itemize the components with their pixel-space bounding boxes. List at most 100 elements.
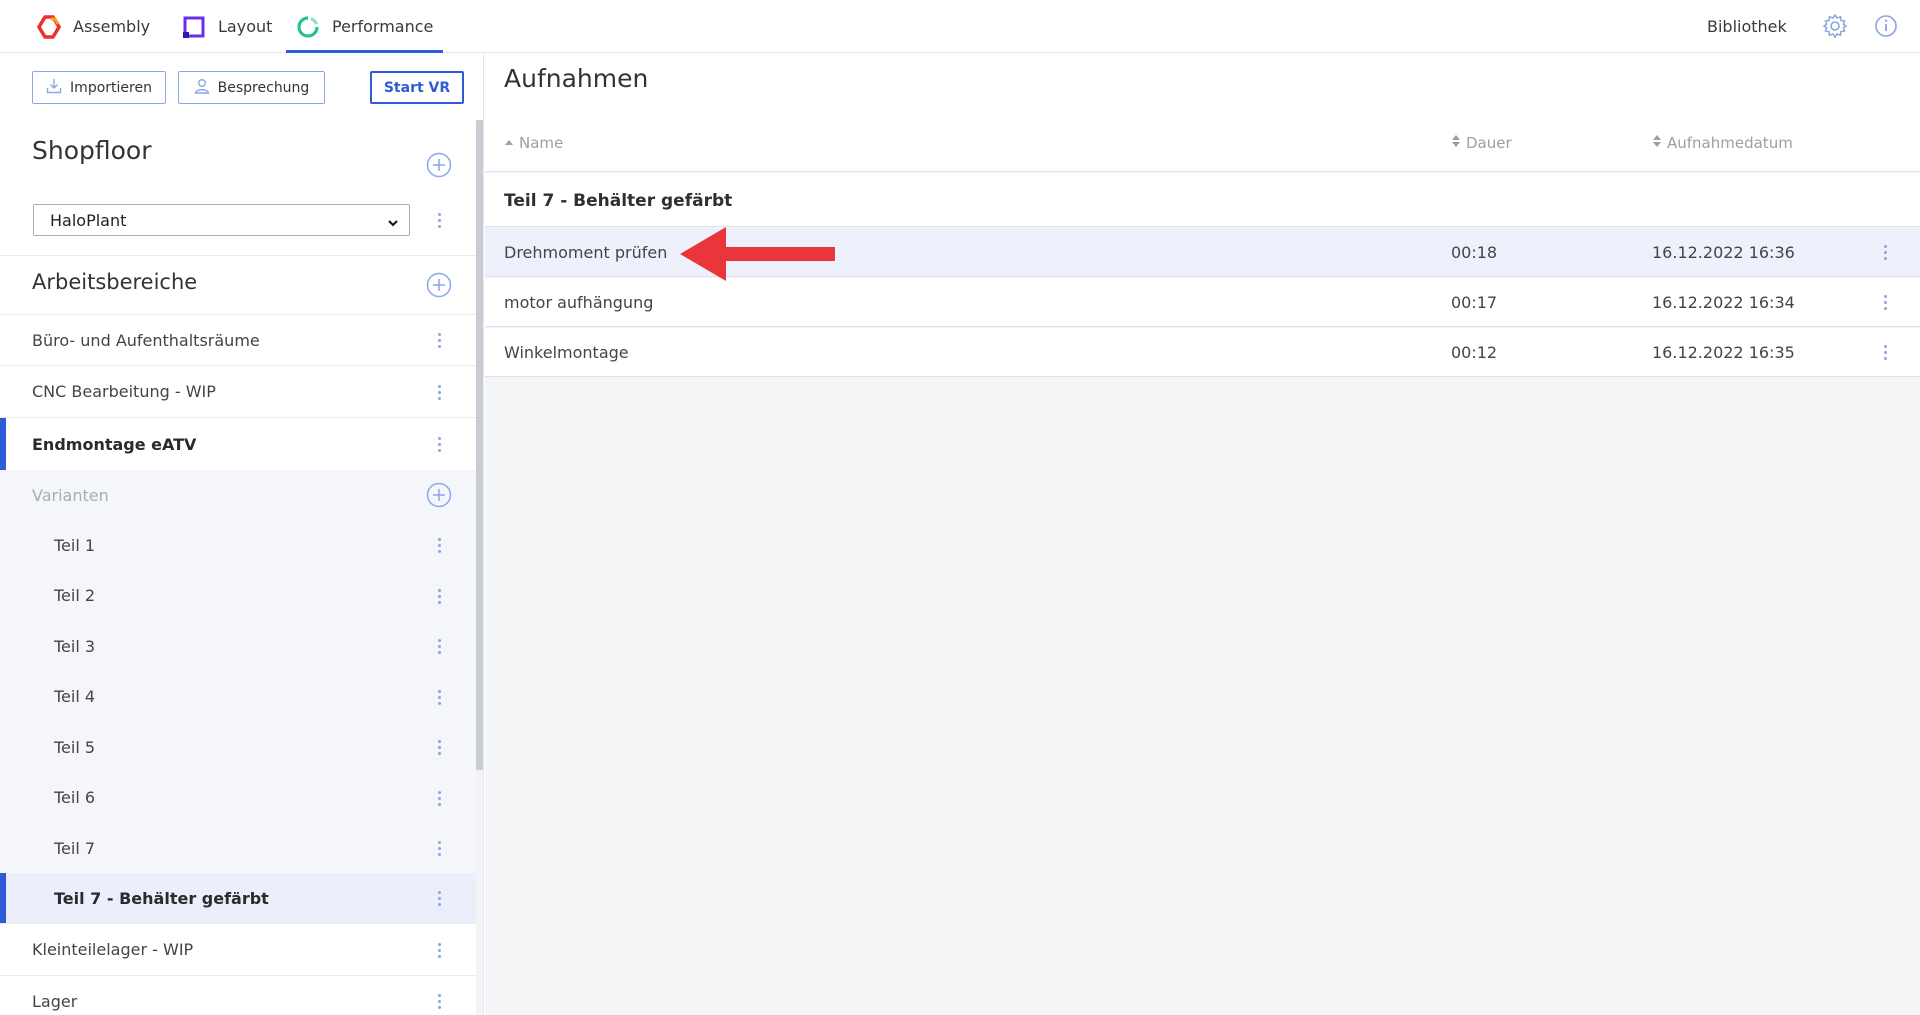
info-icon[interactable]: [1873, 13, 1899, 39]
divider: [0, 255, 476, 256]
active-indicator: [0, 873, 6, 923]
variant-item-active[interactable]: Teil 7 - Behälter gefärbt: [0, 873, 476, 923]
gear-icon[interactable]: [1822, 13, 1848, 39]
tab-assembly[interactable]: Assembly: [36, 0, 151, 53]
recording-group: Teil 7 - Behälter gefärbt: [485, 173, 1920, 227]
recordings-panel: Aufnahmen Name Dauer Aufnahmedatum Teil …: [485, 54, 1920, 1015]
variant-item[interactable]: Teil 7: [0, 823, 476, 873]
library-link[interactable]: Bibliothek: [1707, 0, 1787, 53]
workspace-menu-kebab-icon[interactable]: [429, 989, 449, 1013]
variant-item-label: Teil 3: [54, 636, 96, 656]
sort-icon: [1451, 134, 1461, 152]
recording-date: 16.12.2022 16:35: [1652, 343, 1795, 362]
plant-select-value: HaloPlant: [50, 210, 127, 230]
variant-item[interactable]: Teil 2: [0, 570, 476, 621]
recordings-header: Aufnahmen Name Dauer Aufnahmedatum: [485, 54, 1920, 172]
workspace-item-active[interactable]: Endmontage eATV: [0, 418, 476, 470]
workspace-item-label: Kleinteilelager - WIP: [32, 940, 194, 959]
layout-square-icon: [182, 15, 206, 39]
tab-performance-label: Performance: [332, 17, 434, 36]
column-header-duration[interactable]: Dauer: [1451, 134, 1512, 152]
workspace-item[interactable]: Büro- und Aufenthaltsräume: [0, 315, 476, 365]
performance-circle-icon: [296, 15, 320, 39]
active-indicator: [0, 418, 6, 470]
workspace-item-label: Endmontage eATV: [32, 434, 197, 454]
plant-select[interactable]: HaloPlant: [33, 204, 410, 236]
row-menu-kebab-icon[interactable]: [1875, 290, 1895, 314]
variant-menu-kebab-icon[interactable]: [429, 735, 449, 759]
add-workspace-plus-icon[interactable]: [426, 272, 452, 298]
workspace-item-label: CNC Bearbeitung - WIP: [32, 382, 216, 401]
chevron-down-icon: [387, 214, 399, 227]
variants-label: Varianten: [32, 485, 109, 505]
row-menu-kebab-icon[interactable]: [1875, 340, 1895, 364]
variant-item[interactable]: Teil 4: [0, 671, 476, 722]
workspace-item[interactable]: Lager: [0, 976, 476, 1015]
tab-layout[interactable]: Layout: [182, 0, 272, 53]
sidebar-toolbar: Importieren Besprechung Start VR: [0, 54, 483, 120]
variant-menu-kebab-icon[interactable]: [429, 584, 449, 608]
variant-item-label: Teil 6: [54, 788, 96, 807]
recording-name: Winkelmontage: [504, 343, 629, 362]
column-header-name[interactable]: Name: [504, 134, 563, 152]
workspace-menu-kebab-icon[interactable]: [429, 380, 449, 404]
import-button[interactable]: Importieren: [32, 71, 166, 104]
recording-duration: 00:18: [1451, 243, 1498, 262]
sidebar: Importieren Besprechung Start VR Shopflo…: [0, 54, 484, 1015]
table-row[interactable]: motor aufhängung 00:17 16.12.2022 16:34: [485, 278, 1920, 327]
workspace-menu-kebab-icon[interactable]: [429, 432, 449, 456]
recording-name: motor aufhängung: [504, 293, 654, 312]
recording-name: Drehmoment prüfen: [504, 243, 668, 262]
sort-icon: [1652, 134, 1662, 152]
scrollbar-thumb[interactable]: [476, 120, 483, 770]
tab-performance[interactable]: Performance: [285, 0, 444, 53]
workspace-item[interactable]: CNC Bearbeitung - WIP: [0, 366, 476, 417]
meeting-label: Besprechung: [217, 79, 310, 96]
variant-item[interactable]: Teil 3: [0, 621, 476, 671]
add-variant-plus-icon[interactable]: [426, 482, 452, 508]
variant-item-label: Teil 5: [54, 737, 96, 757]
recording-date: 16.12.2022 16:34: [1652, 293, 1795, 312]
row-menu-kebab-icon[interactable]: [1875, 240, 1895, 264]
group-title: Teil 7 - Behälter gefärbt: [504, 191, 733, 211]
column-header-date[interactable]: Aufnahmedatum: [1652, 134, 1793, 152]
variant-item-label: Teil 7 - Behälter gefärbt: [54, 888, 269, 908]
start-vr-button[interactable]: Start VR: [370, 71, 464, 104]
variant-menu-kebab-icon[interactable]: [429, 786, 449, 810]
column-header-duration-label: Dauer: [1466, 134, 1512, 152]
workspace-menu-kebab-icon[interactable]: [429, 328, 449, 352]
workspace-menu-kebab-icon[interactable]: [429, 938, 449, 962]
variant-item[interactable]: Teil 5: [0, 722, 476, 772]
sort-asc-icon: [504, 134, 514, 152]
variant-item[interactable]: Teil 6: [0, 772, 476, 823]
download-icon: [46, 78, 62, 98]
page-title: Aufnahmen: [504, 64, 649, 93]
table-row[interactable]: Winkelmontage 00:12 16.12.2022 16:35: [485, 328, 1920, 377]
column-header-name-label: Name: [519, 134, 564, 152]
variants-header: Varianten: [0, 470, 476, 520]
workspaces-title: Arbeitsbereiche: [32, 270, 198, 294]
shopfloor-menu-kebab-icon[interactable]: [429, 208, 449, 232]
variant-item-label: Teil 4: [54, 687, 96, 706]
variant-menu-kebab-icon[interactable]: [429, 836, 449, 860]
recording-date: 16.12.2022 16:36: [1652, 243, 1795, 262]
variant-menu-kebab-icon[interactable]: [429, 886, 449, 910]
recording-duration: 00:17: [1451, 293, 1498, 312]
variant-menu-kebab-icon[interactable]: [429, 533, 449, 557]
import-label: Importieren: [70, 79, 152, 96]
variant-item[interactable]: Teil 1: [0, 520, 476, 570]
workspace-item-label: Büro- und Aufenthaltsräume: [32, 330, 260, 350]
tab-assembly-label: Assembly: [73, 17, 151, 36]
workspace-item[interactable]: Kleinteilelager - WIP: [0, 924, 476, 975]
variant-item-label: Teil 1: [54, 535, 96, 555]
shopfloor-title: Shopfloor: [32, 136, 152, 165]
meeting-button[interactable]: Besprechung: [178, 71, 325, 104]
red-arrow-icon: [680, 227, 835, 281]
variant-menu-kebab-icon[interactable]: [429, 685, 449, 709]
assembly-hexagon-icon: [36, 14, 62, 39]
top-navigation: Assembly Layout Performance Bibliothek: [0, 0, 1920, 53]
variant-item-label: Teil 2: [54, 586, 96, 605]
add-shopfloor-plus-icon[interactable]: [426, 152, 452, 178]
tab-layout-label: Layout: [218, 17, 273, 36]
variant-menu-kebab-icon[interactable]: [429, 634, 449, 658]
